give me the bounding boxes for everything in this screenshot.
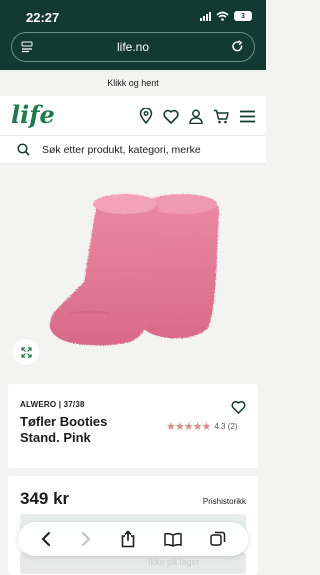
rating-stars-icon: ★★★★★ xyxy=(166,421,211,433)
reload-icon[interactable] xyxy=(231,40,244,53)
add-to-cart-label: Ikke på lager xyxy=(148,557,200,567)
status-time: 22:27 xyxy=(26,10,60,25)
store-locator-icon[interactable] xyxy=(139,108,153,124)
page-settings-icon[interactable] xyxy=(21,41,33,53)
signal-icon xyxy=(200,11,211,21)
status-icons: 3 xyxy=(200,11,252,21)
add-favorite-icon[interactable] xyxy=(231,400,246,414)
life-logo[interactable]: life xyxy=(11,100,55,129)
header-icons xyxy=(139,108,256,124)
rating-text: 4.3 (2) xyxy=(214,422,238,431)
search-icon xyxy=(17,143,30,156)
product-info-card: ALWERO | 37/38 Tøfler Booties Stand. Pin… xyxy=(8,384,258,468)
status-bar: 22:27 3 xyxy=(0,0,266,32)
bookmarks-icon[interactable] xyxy=(164,532,182,547)
search-bar[interactable]: Søk etter produkt, kategori, merke xyxy=(0,136,266,164)
product-image xyxy=(49,194,220,346)
cart-icon[interactable] xyxy=(213,109,229,124)
address-bar[interactable]: life.no xyxy=(11,32,255,62)
site-header: life xyxy=(0,96,266,136)
expand-icon xyxy=(20,346,32,358)
tabs-icon[interactable] xyxy=(210,531,226,547)
promo-banner[interactable]: Klikk og hent xyxy=(0,70,266,96)
product-title: Tøfler Booties Stand. Pink xyxy=(20,414,108,445)
product-brand-size[interactable]: ALWERO | 37/38 xyxy=(20,400,85,409)
battery-icon: 3 xyxy=(234,11,252,21)
address-host: life.no xyxy=(116,40,150,54)
browser-toolbar xyxy=(18,522,248,556)
price-history-link[interactable]: Prishistorikk xyxy=(203,497,246,506)
search-placeholder: Søk etter produkt, kategori, merke xyxy=(42,143,201,156)
product-rating[interactable]: ★★★★★ 4.3 (2) xyxy=(166,420,237,433)
wifi-icon xyxy=(216,11,229,21)
menu-icon[interactable] xyxy=(239,110,256,123)
favorites-icon[interactable] xyxy=(163,109,179,124)
account-icon[interactable] xyxy=(189,109,203,124)
forward-icon[interactable] xyxy=(80,531,92,547)
share-icon[interactable] xyxy=(120,530,136,548)
expand-image-button[interactable] xyxy=(13,339,39,365)
product-image-area[interactable] xyxy=(0,164,266,376)
back-icon[interactable] xyxy=(40,531,52,547)
product-price: 349 kr xyxy=(20,489,70,508)
